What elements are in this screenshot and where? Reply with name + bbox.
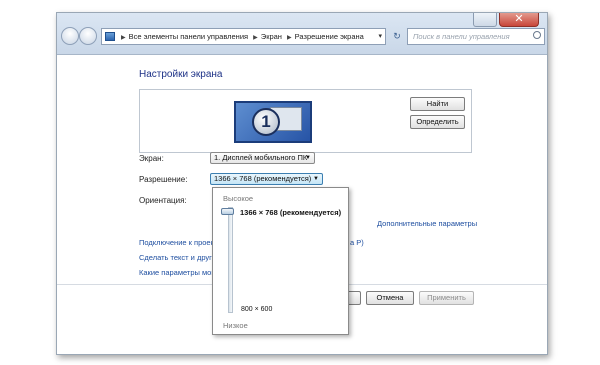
chevron-right-icon: ▶ [121,35,126,41]
projector-link[interactable]: Подключение к проек [139,238,214,247]
text-size-link[interactable]: Сделать текст и други [139,253,216,262]
breadcrumb-resolution[interactable]: Разрешение экрана [295,32,364,41]
find-button[interactable]: Найти [410,97,465,111]
breadcrumb-screen[interactable]: Экран [261,32,282,41]
address-bar[interactable]: ▶ Все элементы панели управления ▶ Экран ▶… [101,28,386,45]
resolution-slider-popup: Высокое 1366 × 768 (рекомендуется) 800 ×… [212,187,349,335]
slider-high-label: Высокое [223,194,254,203]
screen-label: Экран: [139,154,164,163]
close-button[interactable]: ✕ [499,12,539,27]
resolution-slider-thumb[interactable] [221,208,234,215]
back-button[interactable] [61,27,79,45]
screen-select[interactable]: 1. Дисплей мобильного ПК ▼ [210,152,315,164]
close-icon: ✕ [514,12,524,25]
monitor-params-link[interactable]: Какие параметры мон [139,268,215,277]
search-input[interactable]: Поиск в панели управления [407,28,545,45]
apply-button[interactable]: Применить [419,291,474,305]
main-content: Настройки экрана 1 Найти Определить Экра… [57,56,547,354]
page-title: Настройки экрана [139,69,223,80]
projector-link-tail[interactable]: а P) [350,238,364,247]
identify-button[interactable]: Определить [410,115,465,129]
chevron-right-icon: ▶ [287,35,292,41]
refresh-icon[interactable]: ↻ [390,28,404,45]
resolution-slider-track[interactable] [228,207,233,313]
resolution-select-value: 1366 × 768 (рекомендуется) [214,174,312,183]
address-dropdown-icon[interactable]: ▾ [378,29,382,44]
orientation-label: Ориентация: [139,196,187,205]
search-placeholder: Поиск в панели управления [413,32,510,41]
forward-button[interactable] [79,27,97,45]
screenshot-stage: ✕ ▶ Все элементы панели управления ▶ Экран… [0,0,600,365]
breadcrumb-all-items[interactable]: Все элементы панели управления [129,32,248,41]
maximize-button[interactable] [473,13,497,27]
chevron-down-icon: ▼ [313,176,319,182]
window-titlebar: ✕ ▶ Все элементы панели управления ▶ Экран… [57,12,547,55]
monitor-icon[interactable]: 1 [234,101,312,143]
monitor-number-badge: 1 [252,108,280,136]
slider-bottom-value[interactable]: 800 × 600 [241,306,272,313]
resolution-select[interactable]: 1366 × 768 (рекомендуется) ▼ [210,173,323,185]
control-panel-window: ✕ ▶ Все элементы панели управления ▶ Экран… [56,12,548,355]
search-icon [533,31,541,39]
slider-top-value[interactable]: 1366 × 768 (рекомендуется) [240,208,341,217]
chevron-down-icon: ▼ [305,155,311,161]
screen-select-value: 1. Дисплей мобильного ПК [214,153,308,162]
control-panel-icon [105,32,115,41]
chevron-right-icon: ▶ [253,35,258,41]
slider-low-label: Низкое [223,321,248,330]
advanced-settings-link[interactable]: Дополнительные параметры [377,219,477,228]
resolution-label: Разрешение: [139,175,188,184]
cancel-button[interactable]: Отмена [366,291,414,305]
